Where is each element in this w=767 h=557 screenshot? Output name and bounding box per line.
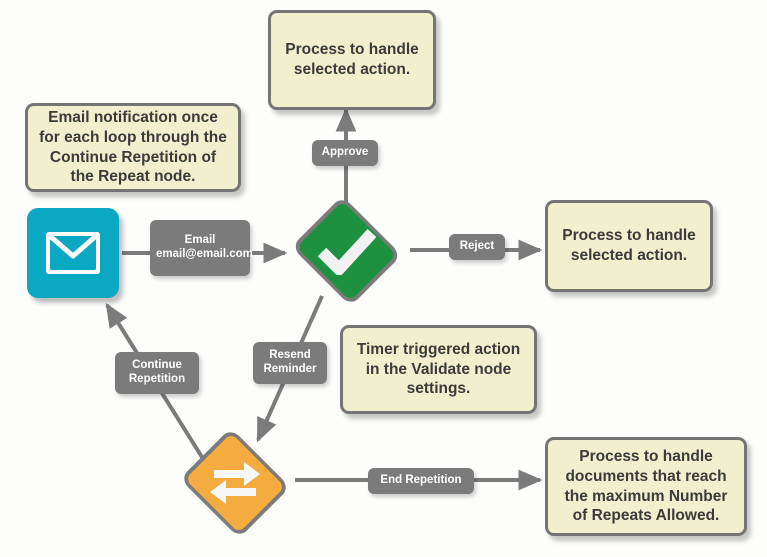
chip-continue-repetition[interactable]: Continue Repetition — [115, 352, 199, 394]
validate-icon-wrap — [280, 195, 413, 307]
chip-end-repetition-label: End Repetition — [380, 474, 462, 487]
callout-email-text: Email notification once for each loop th… — [39, 109, 227, 186]
callout-timer-text: Timer triggered action in the Validate n… — [356, 341, 521, 398]
callout-end-repetition-text: Process to handle documents that reach t… — [564, 448, 728, 525]
chip-continue-repetition-label: Continue Repetition — [128, 359, 186, 385]
chip-email-address[interactable]: Email email@email.com — [150, 220, 253, 276]
callout-reject-note: Process to handle selected action. — [545, 200, 713, 292]
chip-resend-reminder[interactable]: Resend Reminder — [253, 342, 327, 384]
workflow-diagram-canvas: Process to handle selected action. Email… — [0, 0, 767, 557]
check-mark-icon — [317, 228, 376, 275]
callout-email-note: Email notification once for each loop th… — [25, 103, 241, 192]
chip-reject-label: Reject — [459, 240, 495, 253]
callout-approve-note: Process to handle selected action. — [268, 10, 436, 110]
callout-timer-note: Timer triggered action in the Validate n… — [340, 325, 537, 414]
chip-email-label: Email email@email.com — [156, 234, 253, 260]
node-email[interactable] — [27, 208, 119, 298]
node-validate[interactable] — [280, 195, 413, 307]
callout-end-repetition-note: Process to handle documents that reach t… — [545, 437, 747, 536]
chip-approve[interactable]: Approve — [312, 140, 378, 166]
node-repeat[interactable] — [168, 427, 302, 539]
chip-end-repetition[interactable]: End Repetition — [368, 468, 474, 494]
envelope-icon — [46, 232, 100, 274]
callout-approve-text: Process to handle selected action. — [285, 41, 419, 78]
chip-resend-reminder-label: Resend Reminder — [263, 349, 317, 375]
repeat-icon-wrap — [168, 427, 302, 539]
chip-reject[interactable]: Reject — [449, 234, 505, 260]
callout-reject-text: Process to handle selected action. — [562, 227, 696, 264]
chip-approve-label: Approve — [321, 146, 369, 159]
repeat-loop-icon — [210, 462, 260, 504]
